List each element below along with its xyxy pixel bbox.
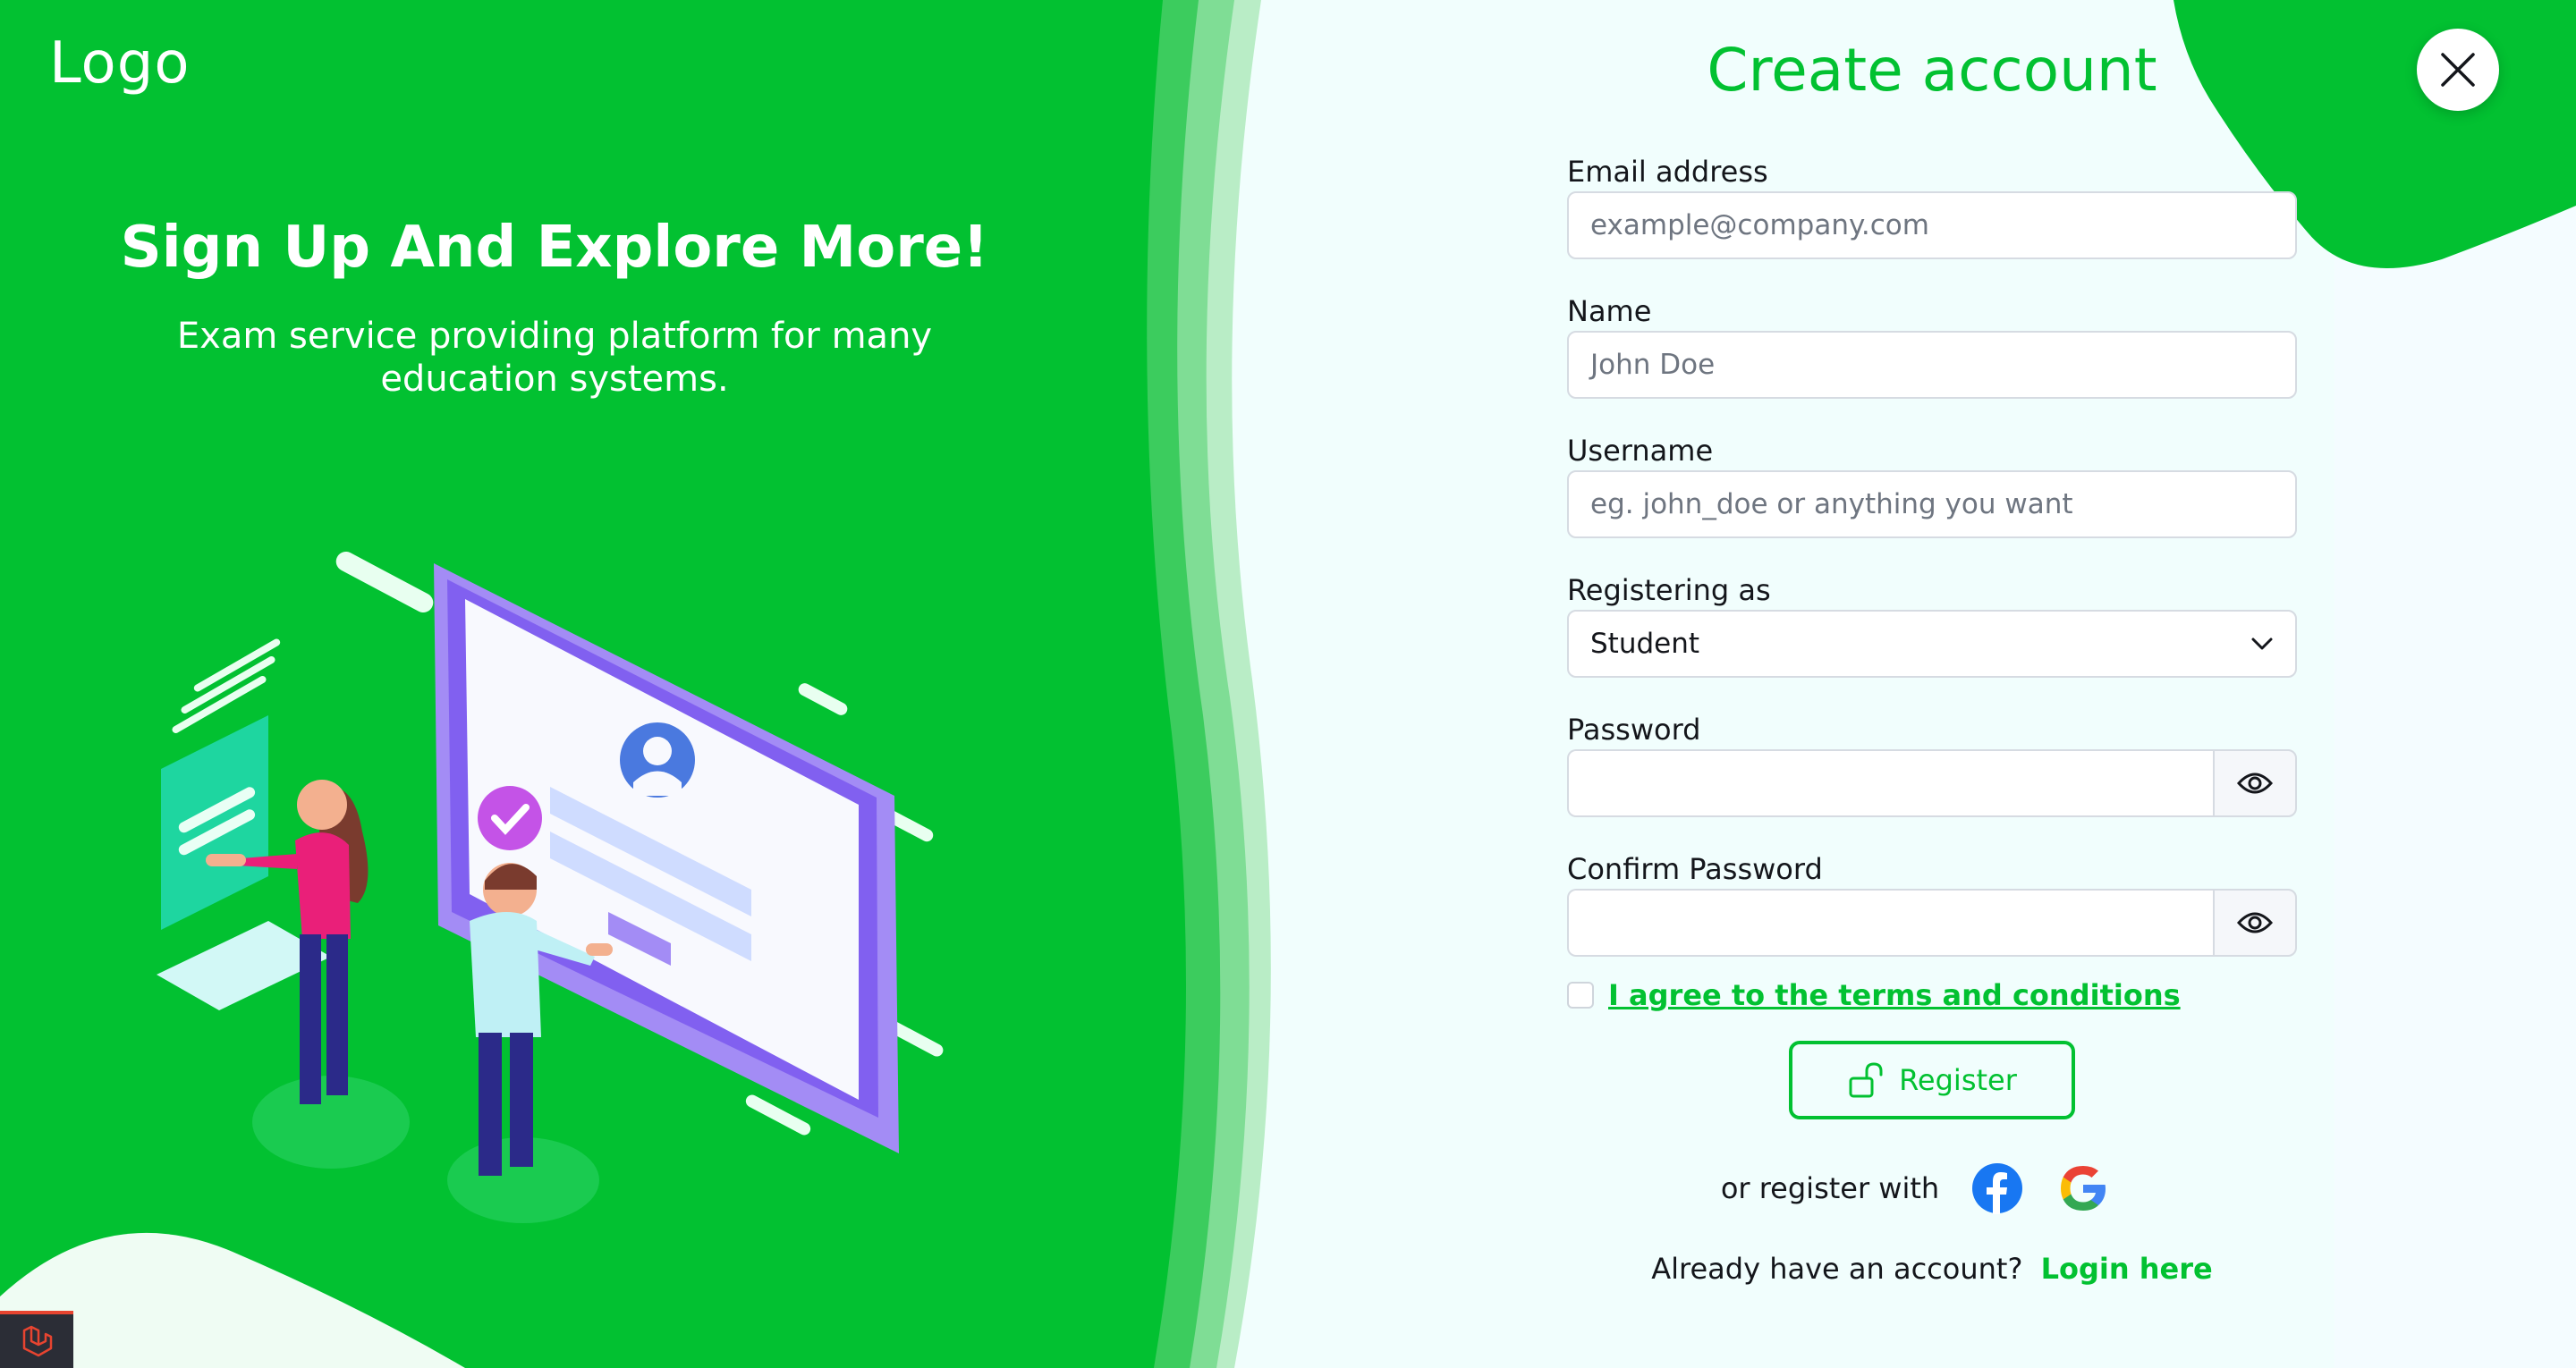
- password-input[interactable]: [1567, 749, 2213, 817]
- facebook-icon[interactable]: [1971, 1162, 2023, 1214]
- register-form: Email address example@company.com Name J…: [1567, 152, 2297, 989]
- signup-illustration: [157, 551, 944, 1223]
- laravel-icon[interactable]: [0, 1311, 73, 1368]
- email-input[interactable]: example@company.com: [1567, 191, 2297, 259]
- role-select[interactable]: Student: [1567, 610, 2297, 678]
- close-icon: [2441, 53, 2475, 87]
- terms-checkbox[interactable]: [1567, 982, 1594, 1009]
- hero-panel: Logo Sign Up And Explore More! Exam serv…: [0, 0, 1279, 1368]
- social-text: or register with: [1720, 1171, 1940, 1205]
- toggle-confirm-password-button[interactable]: [2213, 889, 2297, 957]
- email-field-group: Email address example@company.com: [1567, 152, 2297, 291]
- name-input[interactable]: John Doe: [1567, 331, 2297, 399]
- name-label: Name: [1567, 294, 1652, 328]
- login-row: Already have an account? Login here: [1567, 1252, 2297, 1286]
- toggle-password-button[interactable]: [2213, 749, 2297, 817]
- eye-icon: [2237, 773, 2273, 794]
- chevron-down-icon: [2251, 638, 2273, 650]
- hero-title: Sign Up And Explore More!: [120, 215, 989, 281]
- terms-row: I agree to the terms and conditions: [1567, 978, 2181, 1012]
- login-link[interactable]: Login here: [2041, 1252, 2213, 1286]
- eye-icon: [2237, 912, 2273, 933]
- username-label: Username: [1567, 434, 1714, 468]
- login-prompt: Already have an account?: [1651, 1252, 2023, 1286]
- register-button[interactable]: Register: [1789, 1041, 2075, 1119]
- confirm-password-input[interactable]: [1567, 889, 2213, 957]
- logo[interactable]: Logo: [49, 30, 190, 97]
- google-icon[interactable]: [2057, 1162, 2109, 1214]
- username-input[interactable]: eg. john_doe or anything you want: [1567, 470, 2297, 538]
- role-selected-value: Student: [1590, 628, 1700, 660]
- role-label: Registering as: [1567, 573, 1771, 607]
- close-button[interactable]: [2417, 29, 2499, 111]
- name-field-group: Name John Doe: [1567, 291, 2297, 431]
- password-field-group: Password: [1567, 710, 2297, 849]
- hero-subtitle: Exam service providing platform for many…: [176, 316, 933, 400]
- email-label: Email address: [1567, 155, 1768, 189]
- unlock-icon: [1849, 1062, 1883, 1098]
- role-field-group: Registering as Student: [1567, 570, 2297, 710]
- register-label: Register: [1899, 1063, 2017, 1097]
- social-login-row: or register with: [1567, 1162, 2297, 1214]
- password-label: Password: [1567, 713, 1701, 747]
- confirm-password-label: Confirm Password: [1567, 852, 1823, 886]
- username-field-group: Username eg. john_doe or anything you wa…: [1567, 431, 2297, 570]
- form-title: Create account: [1707, 36, 2157, 105]
- terms-link[interactable]: I agree to the terms and conditions: [1608, 978, 2181, 1012]
- confirm-password-field-group: Confirm Password: [1567, 849, 2297, 989]
